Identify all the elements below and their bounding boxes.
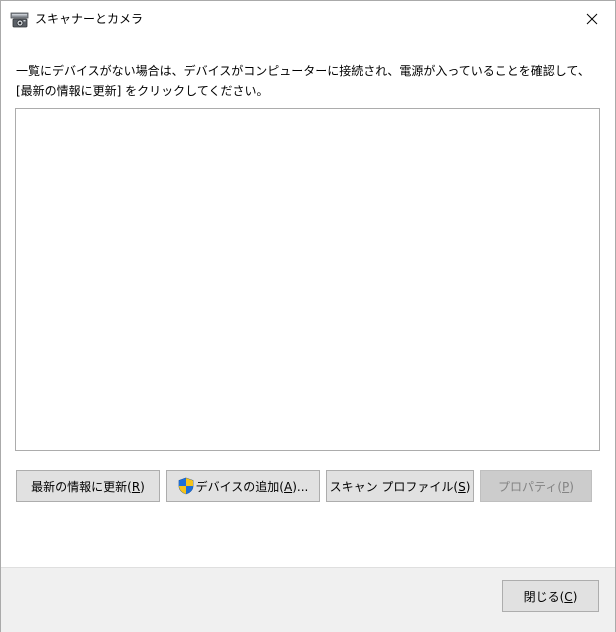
scanner-camera-icon bbox=[10, 11, 30, 29]
instruction-text: 一覧にデバイスがない場合は、デバイスがコンピューターに接続され、電源が入っている… bbox=[16, 61, 606, 101]
close-icon bbox=[586, 13, 598, 28]
properties-button-label: プロパティ(P) bbox=[498, 479, 574, 494]
window-title: スキャナーとカメラ bbox=[35, 12, 144, 26]
add-device-button-label: デバイスの追加(A)... bbox=[195, 479, 309, 494]
dialog-footer: 閉じる(C) bbox=[1, 567, 615, 632]
refresh-button[interactable]: 最新の情報に更新(R) bbox=[16, 470, 160, 502]
scanners-and-cameras-window: スキャナーとカメラ 一覧にデバイスがない場合は、デバイスがコンピューターに接続さ… bbox=[0, 0, 616, 632]
uac-shield-icon bbox=[178, 477, 194, 495]
scan-profiles-button-label: スキャン プロファイル(S) bbox=[329, 479, 471, 494]
scan-profiles-button[interactable]: スキャン プロファイル(S) bbox=[326, 470, 474, 502]
title-bar[interactable]: スキャナーとカメラ bbox=[1, 1, 615, 39]
close-button[interactable]: 閉じる(C) bbox=[502, 580, 599, 612]
close-window-button[interactable] bbox=[569, 1, 615, 39]
close-button-label: 閉じる(C) bbox=[523, 589, 578, 604]
properties-button[interactable]: プロパティ(P) bbox=[480, 470, 592, 502]
add-device-button[interactable]: デバイスの追加(A)... bbox=[166, 470, 320, 502]
instruction-line-1: 一覧にデバイスがない場合は、デバイスがコンピューターに接続され、電源が入っている… bbox=[16, 64, 590, 78]
device-list[interactable] bbox=[15, 108, 600, 451]
refresh-button-label: 最新の情報に更新(R) bbox=[31, 479, 145, 494]
instruction-line-2: [最新の情報に更新] をクリックしてください。 bbox=[16, 84, 269, 98]
